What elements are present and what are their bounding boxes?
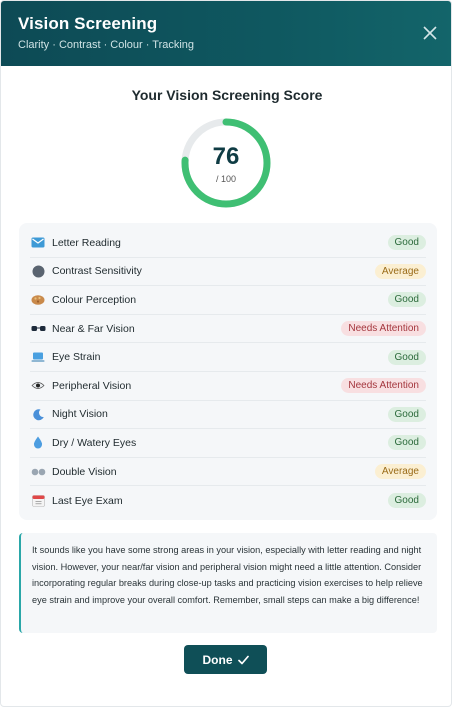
double-circle-icon — [30, 465, 46, 479]
done-label: Done — [202, 652, 233, 667]
status-badge: Needs Attention — [341, 321, 426, 337]
contrast-circle-icon — [30, 264, 46, 278]
checkmark-icon — [237, 655, 249, 664]
dialog-header: Vision Screening Clarity · Contrast · Co… — [1, 1, 451, 66]
status-badge: Good — [387, 435, 426, 451]
status-badge: Good — [387, 493, 426, 509]
result-row: Near & Far Vision Needs Attention — [30, 315, 426, 344]
close-icon[interactable] — [423, 26, 437, 40]
result-row: Last Eye Exam Good — [30, 486, 426, 515]
score-value: 76 — [212, 143, 240, 170]
glasses-icon — [30, 322, 46, 336]
result-row: Dry / Watery Eyes Good — [30, 429, 426, 458]
calendar-icon — [30, 494, 46, 508]
vision-screening-dialog: Vision Screening Clarity · Contrast · Co… — [0, 0, 452, 707]
moon-icon — [30, 407, 46, 421]
summary-text: It sounds like you have some strong area… — [19, 533, 437, 633]
result-label: Colour Perception — [52, 293, 137, 306]
result-label: Letter Reading — [52, 236, 121, 249]
status-badge: Good — [387, 292, 426, 308]
status-badge: Good — [387, 406, 426, 422]
result-row: Night Vision Good — [30, 401, 426, 430]
dialog-title: Vision Screening — [18, 14, 158, 33]
result-label: Night Vision — [52, 408, 108, 421]
droplet-icon — [30, 436, 46, 450]
envelope-icon — [30, 236, 46, 250]
done-button[interactable]: Done — [184, 645, 267, 674]
result-label: Eye Strain — [52, 351, 101, 364]
palette-icon — [30, 293, 46, 307]
score-gauge: 76 / 100 — [179, 116, 273, 210]
score-heading: Your Vision Screening Score — [131, 87, 323, 103]
laptop-icon — [30, 350, 46, 364]
result-label: Dry / Watery Eyes — [52, 436, 137, 449]
result-label: Double Vision — [52, 465, 117, 478]
result-row: Contrast Sensitivity Average — [30, 258, 426, 287]
status-badge: Needs Attention — [341, 378, 426, 394]
result-label: Near & Far Vision — [52, 322, 135, 335]
result-label: Contrast Sensitivity — [52, 265, 142, 278]
result-row: Letter Reading Good — [30, 229, 426, 258]
result-row: Colour Perception Good — [30, 286, 426, 315]
result-label: Last Eye Exam — [52, 494, 123, 507]
status-badge: Good — [387, 235, 426, 251]
result-row: Eye Strain Good — [30, 343, 426, 372]
eye-icon — [30, 379, 46, 393]
result-row: Peripheral Vision Needs Attention — [30, 372, 426, 401]
dialog-subtitle: Clarity · Contrast · Colour · Tracking — [18, 39, 195, 51]
score-max: / 100 — [215, 174, 237, 184]
status-badge: Good — [387, 349, 426, 365]
result-label: Peripheral Vision — [52, 379, 132, 392]
status-badge: Average — [374, 263, 426, 279]
screening-results-list: Letter Reading Good Contrast Sensitivity Av… — [19, 223, 437, 520]
result-row: Double Vision Average — [30, 458, 426, 487]
status-badge: Average — [374, 464, 426, 480]
